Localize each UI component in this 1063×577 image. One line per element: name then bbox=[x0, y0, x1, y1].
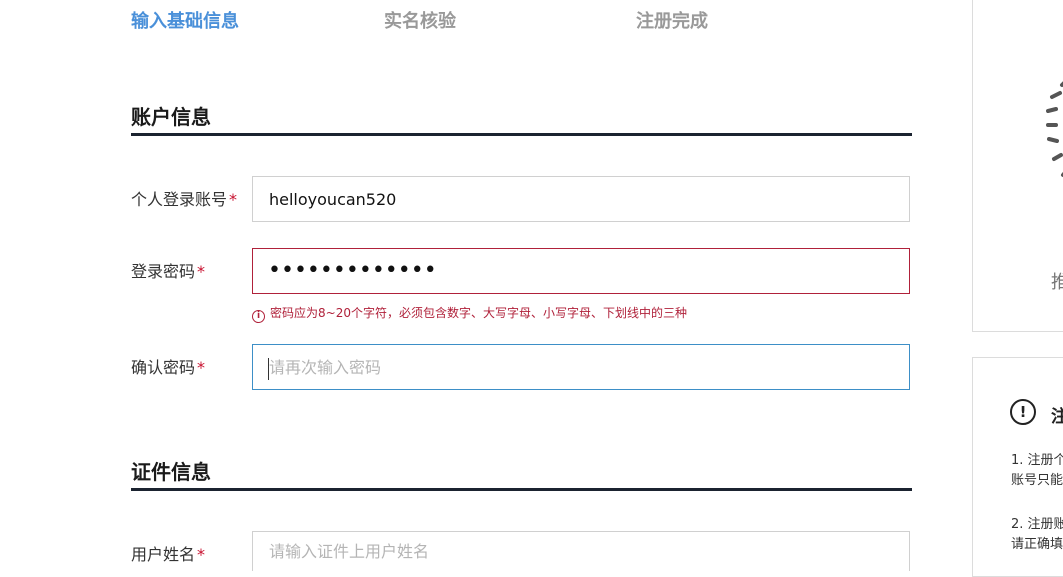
text-caret bbox=[268, 358, 269, 380]
confirm-password-input[interactable] bbox=[252, 344, 910, 390]
step-basic-info: 输入基础信息 bbox=[131, 11, 239, 32]
real-name-input[interactable] bbox=[252, 531, 910, 571]
password-input[interactable] bbox=[252, 248, 910, 294]
username-label-text: 个人登录账号 bbox=[131, 190, 228, 209]
confirm-password-label: 确认密码 * bbox=[131, 357, 205, 379]
password-label-text: 登录密码 bbox=[131, 262, 196, 281]
required-mark: * bbox=[197, 545, 206, 564]
panel-top-text: 推 bbox=[1051, 272, 1063, 293]
notice-line-1: 1. 注册个 bbox=[1011, 453, 1063, 468]
username-label: 个人登录账号 * bbox=[131, 189, 237, 211]
required-mark: * bbox=[229, 190, 238, 209]
notice-line-2: 账号只能 bbox=[1011, 473, 1063, 488]
section-title-id-info: 证件信息 bbox=[131, 459, 912, 491]
step-register-complete: 注册完成 bbox=[636, 11, 708, 32]
step-real-name-verify: 实名核验 bbox=[384, 11, 456, 32]
loading-spinner-icon bbox=[1046, 81, 1063, 177]
notice-line-4: 请正确填 bbox=[1011, 537, 1063, 552]
confirm-password-label-text: 确认密码 bbox=[131, 358, 196, 377]
exclamation-icon: ! bbox=[1010, 399, 1036, 425]
real-name-label-text: 用户姓名 bbox=[131, 545, 196, 564]
section-title-account: 账户信息 bbox=[131, 104, 912, 136]
required-mark: * bbox=[197, 262, 206, 281]
username-input[interactable] bbox=[252, 176, 910, 222]
required-mark: * bbox=[197, 358, 206, 377]
password-error-message: i 密码应为8~20个字符，必须包含数字、大写字母、小写字母、下划线中的三种 bbox=[252, 304, 687, 323]
notice-line-3: 2. 注册账 bbox=[1011, 517, 1063, 532]
right-panel-notice: ! 注 1. 注册个 账号只能 2. 注册账 请正确填 bbox=[972, 357, 1063, 577]
error-info-icon: i bbox=[252, 310, 265, 323]
password-label: 登录密码 * bbox=[131, 261, 205, 283]
notice-title: 注 bbox=[1051, 407, 1063, 427]
real-name-label: 用户姓名 * bbox=[131, 544, 205, 566]
password-error-text: 密码应为8~20个字符，必须包含数字、大写字母、小写字母、下划线中的三种 bbox=[270, 306, 687, 320]
right-panel-recommend: 推 bbox=[972, 0, 1063, 332]
